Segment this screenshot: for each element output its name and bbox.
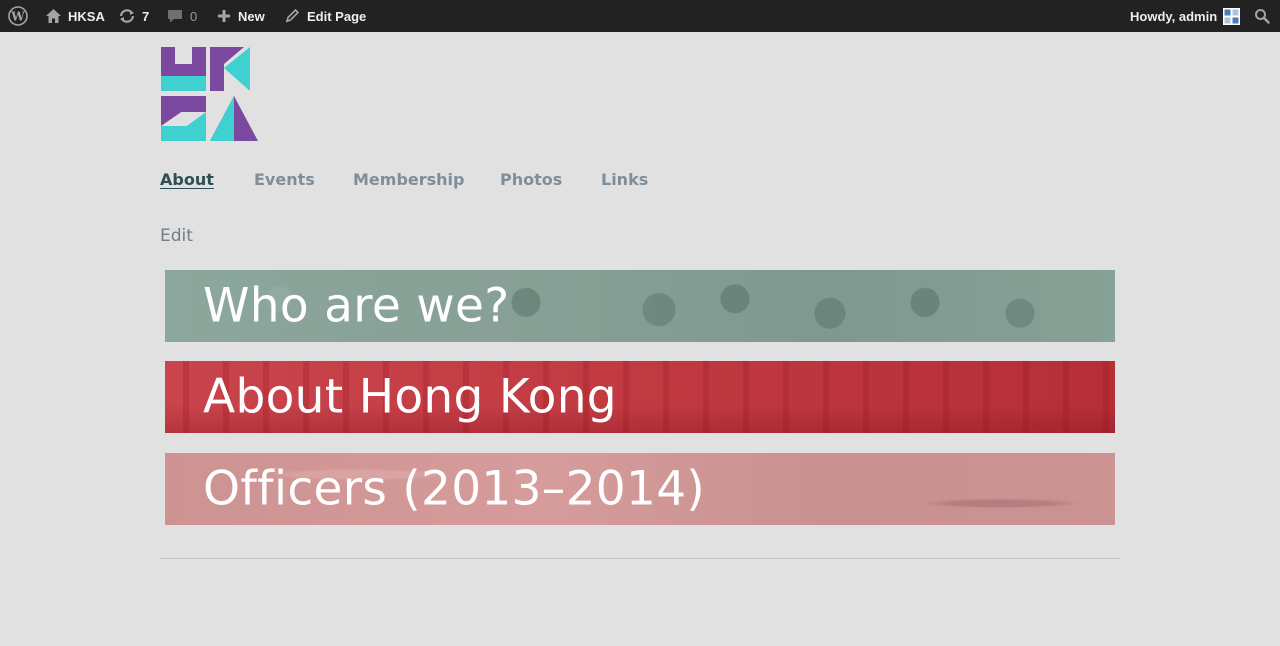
new-label: New (238, 8, 265, 24)
edit-page-link[interactable]: Edit Page (284, 0, 366, 32)
home-icon (45, 8, 62, 24)
nav-item-membership[interactable]: Membership (353, 170, 465, 189)
edit-link[interactable]: Edit (160, 226, 193, 246)
hksa-logo[interactable] (160, 46, 260, 142)
plus-icon (216, 8, 232, 24)
nav-item-links[interactable]: Links (601, 170, 648, 189)
nav-item-events[interactable]: Events (254, 170, 315, 189)
new-content-link[interactable]: New (216, 0, 265, 32)
banner-title: About Hong Kong (203, 369, 617, 425)
comments-link[interactable]: 0 (166, 0, 197, 32)
wordpress-logo-icon[interactable]: W (8, 0, 28, 32)
updates-link[interactable]: 7 (118, 0, 149, 32)
banner-title: Who are we? (203, 278, 510, 334)
svg-text:W: W (10, 10, 25, 24)
search-icon[interactable] (1254, 0, 1270, 32)
site-name-link[interactable]: HKSA (45, 0, 105, 32)
pencil-icon (284, 8, 301, 24)
banner-officers[interactable]: Officers (2013–2014) (165, 453, 1115, 525)
banner-who-are-we[interactable]: Who are we? (165, 270, 1115, 342)
banner-about-hong-kong[interactable]: About Hong Kong (165, 361, 1115, 433)
admin-bar: W HKSA 7 0 New Edit Page Howdy, admin (0, 0, 1280, 32)
banner-title: Officers (2013–2014) (203, 461, 706, 517)
avatar (1223, 7, 1241, 25)
content-divider (160, 558, 1120, 559)
edit-page-label: Edit Page (307, 8, 367, 24)
howdy-label: Howdy, admin (1130, 8, 1218, 24)
site-name-label: HKSA (68, 8, 105, 24)
my-account-link[interactable]: Howdy, admin (1130, 0, 1241, 32)
nav-item-about[interactable]: About (160, 170, 214, 189)
updates-count: 7 (142, 8, 150, 24)
comments-count: 0 (190, 8, 198, 24)
updates-icon (118, 8, 136, 24)
comment-bubble-icon (166, 8, 184, 24)
nav-item-photos[interactable]: Photos (500, 170, 562, 189)
